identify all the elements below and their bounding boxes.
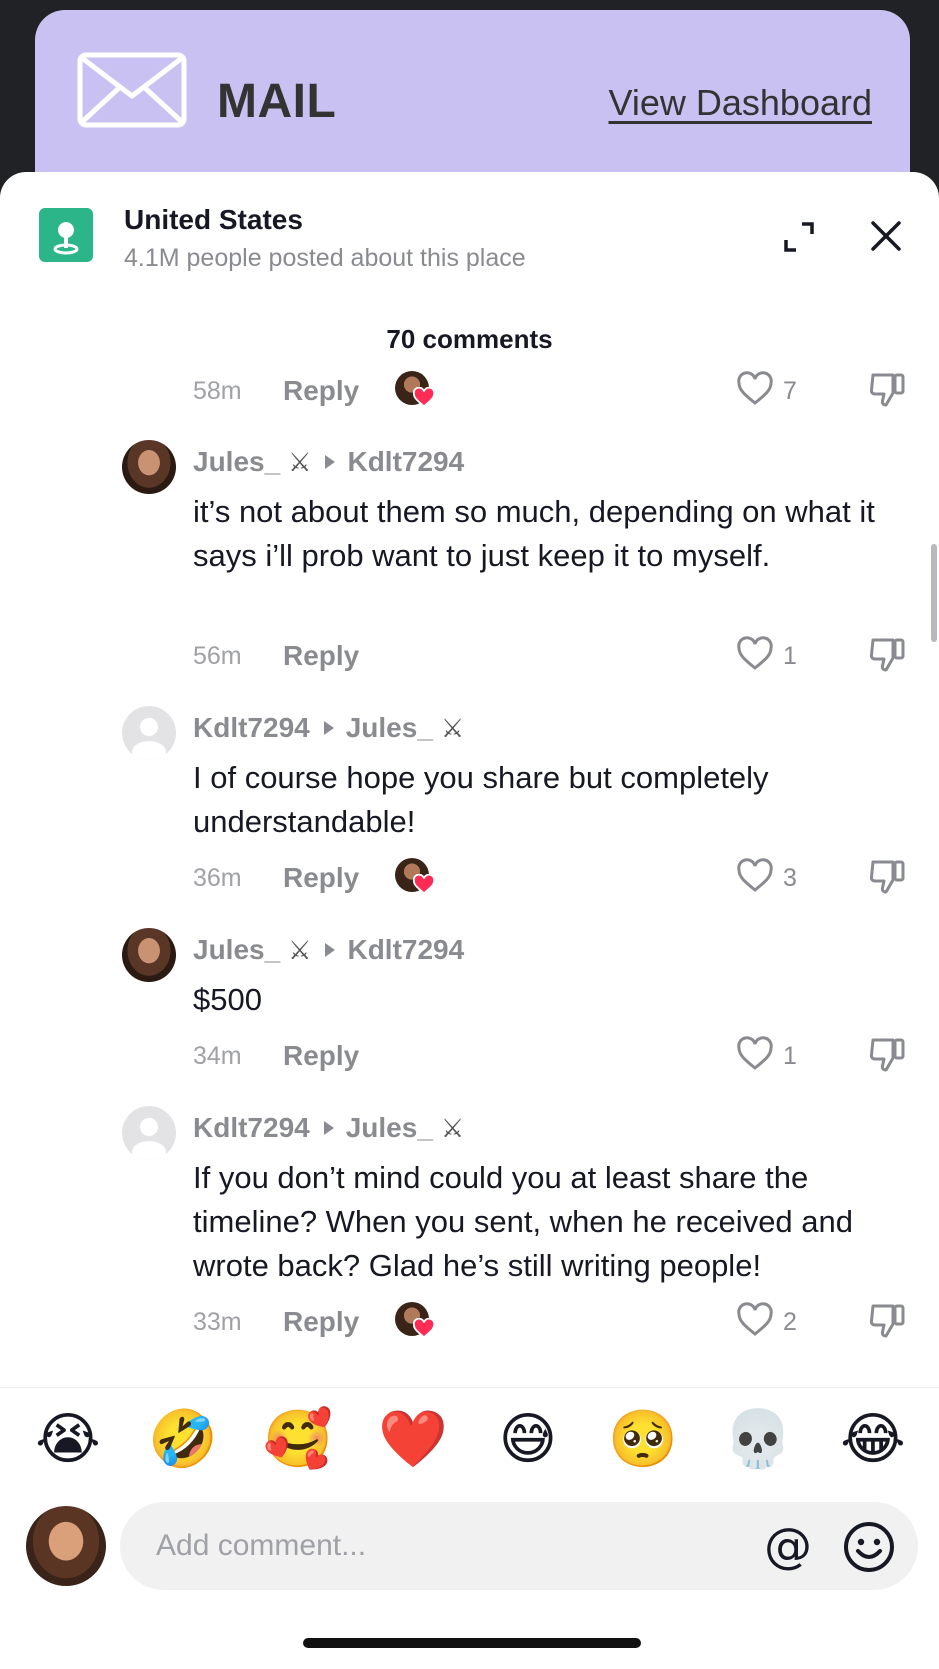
reply-arrow-icon bbox=[323, 721, 334, 735]
creator-heart-icon bbox=[413, 874, 435, 895]
creator-heart-icon bbox=[413, 1318, 435, 1339]
thumbs-down-icon[interactable] bbox=[867, 1302, 907, 1340]
comment-actions-row: 58m Reply 7 bbox=[193, 371, 913, 411]
reply-arrow-icon bbox=[325, 943, 336, 957]
comment-actions-row: 34m Reply 1 bbox=[193, 1036, 913, 1076]
smiling-hearts-emoji[interactable]: 🥰 bbox=[263, 1404, 333, 1474]
skull-emoji[interactable]: 💀 bbox=[723, 1404, 793, 1474]
like-count: 2 bbox=[783, 1308, 797, 1336]
sweat-smile-emoji[interactable]: 😅 bbox=[493, 1404, 563, 1474]
reply-button[interactable]: Reply bbox=[283, 640, 359, 672]
expand-icon[interactable] bbox=[782, 220, 816, 254]
comment-actions-row: 33m Reply 2 bbox=[193, 1302, 913, 1342]
like-count: 1 bbox=[783, 1042, 797, 1070]
mail-envelope-icon bbox=[77, 52, 187, 128]
thumbs-down-icon[interactable] bbox=[867, 371, 907, 409]
default-avatar-icon[interactable] bbox=[122, 1106, 176, 1160]
pleading-emoji[interactable]: 🥺 bbox=[608, 1404, 678, 1474]
comment-time: 33m bbox=[193, 1308, 242, 1336]
emoji-picker-icon[interactable] bbox=[842, 1520, 896, 1574]
creator-heart-icon bbox=[413, 387, 435, 408]
crossed-swords-icon: ⚔ bbox=[440, 1112, 465, 1143]
place-subtitle: 4.1M people posted about this place bbox=[124, 244, 526, 272]
comment-author[interactable]: Jules_ bbox=[193, 446, 280, 478]
comment-time: 56m bbox=[193, 642, 242, 670]
close-icon[interactable] bbox=[868, 218, 904, 254]
reply-button[interactable]: Reply bbox=[283, 375, 359, 407]
scrollbar[interactable] bbox=[931, 544, 937, 642]
tears-of-joy-emoji[interactable]: 😂 bbox=[838, 1404, 908, 1474]
comment-text: it’s not about them so much, depending o… bbox=[193, 494, 875, 573]
reply-arrow-icon bbox=[325, 455, 336, 469]
user-avatar[interactable] bbox=[122, 440, 176, 494]
location-pin-icon[interactable] bbox=[39, 208, 93, 262]
mention-button[interactable]: @ bbox=[760, 1518, 816, 1574]
reply-to-user[interactable]: Jules_ bbox=[346, 1112, 433, 1144]
mail-label: MAIL bbox=[217, 75, 337, 128]
crossed-swords-icon: ⚔ bbox=[288, 934, 312, 965]
thumbs-down-icon[interactable] bbox=[867, 858, 907, 896]
comment-time: 34m bbox=[193, 1042, 242, 1070]
my-avatar[interactable] bbox=[26, 1506, 106, 1586]
reply-button[interactable]: Reply bbox=[283, 862, 359, 894]
comment-actions-row: 36m Reply 3 bbox=[193, 858, 913, 898]
heart-outline-icon[interactable] bbox=[736, 858, 774, 894]
crossed-swords-icon: ⚔ bbox=[440, 712, 465, 743]
comment-time: 58m bbox=[193, 377, 242, 405]
reply-arrow-icon bbox=[323, 1121, 334, 1135]
crossed-swords-icon: ⚔ bbox=[288, 446, 312, 477]
comment-composer: @ bbox=[120, 1502, 918, 1590]
rofl-emoji[interactable]: 🤣 bbox=[148, 1404, 218, 1474]
comment-text: If you don’t mind could you at least sha… bbox=[193, 1160, 854, 1283]
comments-count: 70 comments bbox=[386, 324, 553, 354]
like-count: 3 bbox=[783, 864, 797, 892]
comment-author-line: Jules_ ⚔ Kdlt7294 bbox=[193, 934, 464, 966]
loudly-crying-emoji[interactable]: 😭 bbox=[33, 1404, 103, 1474]
thumbs-down-icon[interactable] bbox=[867, 636, 907, 674]
like-count: 7 bbox=[783, 377, 797, 405]
comment-author[interactable]: Kdlt7294 bbox=[193, 712, 310, 744]
default-avatar-icon[interactable] bbox=[122, 706, 176, 760]
emoji-bar-divider bbox=[0, 1387, 939, 1388]
comment-author-line: Kdlt7294 Jules_ ⚔ bbox=[193, 1112, 464, 1144]
thumbs-down-icon[interactable] bbox=[867, 1036, 907, 1074]
reply-to-user[interactable]: Kdlt7294 bbox=[347, 446, 464, 478]
comment-author[interactable]: Kdlt7294 bbox=[193, 1112, 310, 1144]
comment-text: $500 bbox=[193, 982, 262, 1017]
comment-author[interactable]: Jules_ bbox=[193, 934, 280, 966]
emoji-quick-bar: 😭 🤣 🥰 ❤️ 😅 🥺 💀 😂 bbox=[0, 1404, 939, 1480]
like-count: 1 bbox=[783, 642, 797, 670]
place-header: United States 4.1M people posted about t… bbox=[0, 172, 939, 272]
reply-to-user[interactable]: Kdlt7294 bbox=[347, 934, 464, 966]
heart-outline-icon[interactable] bbox=[736, 1036, 774, 1072]
user-avatar[interactable] bbox=[122, 928, 176, 982]
heart-outline-icon[interactable] bbox=[736, 636, 774, 672]
heart-outline-icon[interactable] bbox=[736, 371, 774, 407]
comment-text: I of course hope you share but completel… bbox=[193, 760, 769, 839]
heart-outline-icon[interactable] bbox=[736, 1302, 774, 1338]
comments-sheet: United States 4.1M people posted about t… bbox=[0, 172, 939, 1669]
home-indicator[interactable] bbox=[303, 1638, 641, 1648]
reply-to-user[interactable]: Jules_ bbox=[346, 712, 433, 744]
view-dashboard-link[interactable]: View Dashboard bbox=[609, 82, 873, 124]
comment-actions-row: 56m Reply 1 bbox=[193, 636, 913, 676]
reply-button[interactable]: Reply bbox=[283, 1040, 359, 1072]
place-title[interactable]: United States bbox=[124, 204, 303, 236]
add-comment-input[interactable] bbox=[156, 1522, 716, 1570]
red-heart-emoji[interactable]: ❤️ bbox=[378, 1404, 448, 1474]
comment-author-line: Jules_ ⚔ Kdlt7294 bbox=[193, 446, 464, 478]
comment-time: 36m bbox=[193, 864, 242, 892]
comment-author-line: Kdlt7294 Jules_ ⚔ bbox=[193, 712, 464, 744]
reply-button[interactable]: Reply bbox=[283, 1306, 359, 1338]
